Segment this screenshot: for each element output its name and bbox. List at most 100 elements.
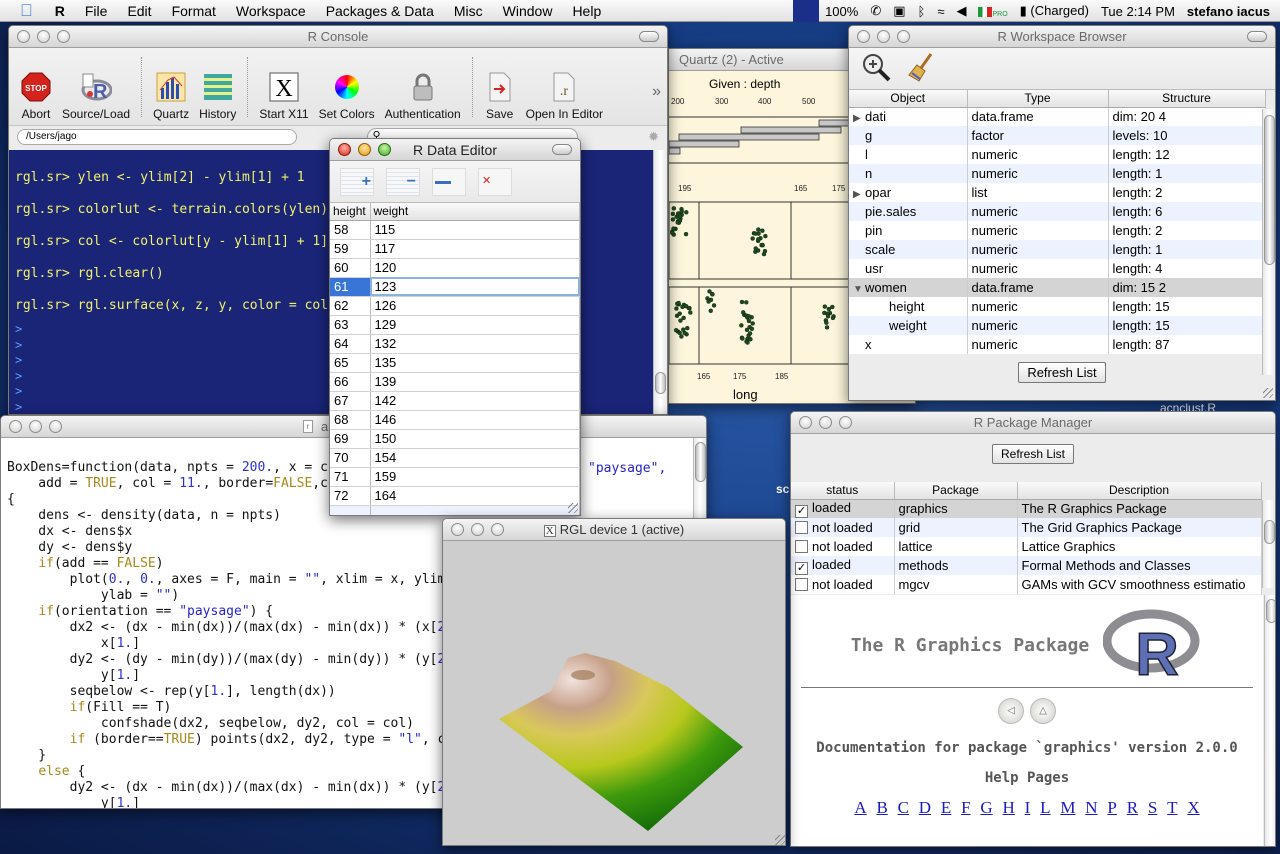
toolbar-overflow-icon[interactable]: » xyxy=(652,83,661,101)
cell-height[interactable]: 62 xyxy=(330,296,371,316)
zoom-button[interactable] xyxy=(491,523,504,536)
cell-weight[interactable]: 154 xyxy=(370,448,580,468)
menu-window[interactable]: Window xyxy=(493,0,563,22)
workspace-row[interactable]: height numeric length: 15 xyxy=(849,297,1266,316)
close-button[interactable] xyxy=(17,30,30,43)
data-editor-titlebar[interactable]: R Data Editor xyxy=(330,139,580,161)
menu-misc[interactable]: Misc xyxy=(444,0,493,22)
workspace-row[interactable]: scale numeric length: 1 xyxy=(849,240,1266,259)
load-checkbox[interactable]: ✓ xyxy=(795,504,808,518)
user-name[interactable]: stefano iacus xyxy=(1181,4,1280,19)
abort-button[interactable]: STOP Abort xyxy=(20,71,52,121)
column-header-status[interactable]: status xyxy=(791,482,895,500)
package-row[interactable]: ✓ loaded methods Formal Methods and Classes xyxy=(791,556,1262,575)
column-header-package[interactable]: Package xyxy=(894,482,1018,500)
object-cell[interactable]: ▶ dati xyxy=(849,107,968,126)
wifi-icon[interactable]: ≈ xyxy=(931,4,950,19)
rgl-3d-surface-canvas[interactable] xyxy=(443,541,785,845)
object-cell[interactable]: g xyxy=(849,126,968,145)
zoom-in-icon[interactable] xyxy=(861,52,891,85)
help-index-link[interactable]: T xyxy=(1167,798,1177,817)
data-row[interactable]: 60 120 xyxy=(330,258,580,278)
help-index-link[interactable]: P xyxy=(1107,798,1116,817)
cell-weight[interactable]: 139 xyxy=(370,372,580,392)
workspace-row[interactable]: ▶ opar list length: 2 xyxy=(849,183,1266,202)
workspace-row[interactable]: usr numeric length: 4 xyxy=(849,259,1266,278)
menu-packages-data[interactable]: Packages & Data xyxy=(316,0,444,22)
package-manager-titlebar[interactable]: R Package Manager xyxy=(791,412,1275,434)
scroll-thumb[interactable] xyxy=(1264,115,1275,265)
column-header-structure[interactable]: Structure xyxy=(1108,90,1266,108)
help-index-link[interactable]: C xyxy=(898,798,909,817)
minimize-button[interactable] xyxy=(29,420,42,433)
workspace-row[interactable]: weight numeric length: 15 xyxy=(849,316,1266,335)
zoom-percent[interactable]: 100% xyxy=(819,4,864,19)
apple-logo-icon[interactable]:  xyxy=(0,0,45,22)
column-header-object[interactable]: Object xyxy=(849,90,968,108)
close-button[interactable] xyxy=(799,416,812,429)
workspace-row[interactable]: g factor levels: 10 xyxy=(849,126,1266,145)
broom-icon[interactable] xyxy=(907,52,937,85)
cell-weight[interactable]: 135 xyxy=(370,353,580,373)
zoom-button[interactable] xyxy=(897,30,910,43)
close-button[interactable] xyxy=(857,30,870,43)
cell-weight[interactable]: 129 xyxy=(370,315,580,335)
display-icon[interactable]: ▣ xyxy=(887,3,911,19)
quartz-button[interactable]: Quartz xyxy=(153,71,189,121)
data-row[interactable]: 72 164 xyxy=(330,486,580,506)
cell-height[interactable]: 60 xyxy=(330,258,371,278)
menu-format[interactable]: Format xyxy=(162,0,226,22)
help-index-link[interactable]: A xyxy=(854,798,866,817)
clock[interactable]: Tue 2:14 PM xyxy=(1095,4,1181,19)
minimize-button[interactable] xyxy=(877,30,890,43)
workspace-row[interactable]: ▶ dati data.frame dim: 20 4 xyxy=(849,107,1266,126)
object-cell[interactable]: l xyxy=(849,145,968,164)
package-scrollbar[interactable] xyxy=(1262,500,1275,588)
source-load-button[interactable]: R Source/Load xyxy=(62,71,130,121)
help-index-link[interactable]: M xyxy=(1060,798,1075,817)
cell-height[interactable]: 72 xyxy=(330,486,371,506)
empty-cell[interactable] xyxy=(370,505,580,515)
remove-column-icon[interactable]: − xyxy=(386,167,420,196)
add-column-icon[interactable]: + xyxy=(340,167,374,196)
scroll-thumb[interactable] xyxy=(695,442,706,482)
zoom-button[interactable] xyxy=(378,143,391,156)
load-checkbox[interactable] xyxy=(795,521,808,534)
cell-height[interactable]: 65 xyxy=(330,353,371,373)
refresh-list-button[interactable]: Refresh List xyxy=(991,444,1075,464)
help-index-link[interactable]: S xyxy=(1148,798,1157,817)
cell-weight[interactable]: 126 xyxy=(370,296,580,316)
object-cell[interactable]: n xyxy=(849,164,968,183)
workspace-titlebar[interactable]: R Workspace Browser xyxy=(849,26,1275,48)
resize-handle[interactable] xyxy=(775,835,785,845)
workspace-scrollbar[interactable] xyxy=(1262,109,1275,375)
data-row[interactable]: 62 126 xyxy=(330,296,580,316)
cell-weight[interactable]: 146 xyxy=(370,410,580,430)
menu-app-r[interactable]: R xyxy=(45,0,75,22)
help-index-link[interactable]: B xyxy=(876,798,887,817)
disclosure-triangle-icon[interactable]: ▶ xyxy=(853,113,865,124)
bluetooth-icon[interactable]: ᛒ xyxy=(912,4,932,19)
menu-help[interactable]: Help xyxy=(562,0,611,22)
menu-edit[interactable]: Edit xyxy=(117,0,161,22)
object-cell[interactable]: pin xyxy=(849,221,968,240)
cell-height[interactable]: 61 xyxy=(330,277,371,297)
load-checkbox[interactable] xyxy=(795,578,808,591)
battery-status[interactable]: ▮ (Charged) xyxy=(1014,3,1095,19)
minimize-button[interactable] xyxy=(471,523,484,536)
cell-weight[interactable]: 123 xyxy=(370,277,580,297)
package-row[interactable]: not loaded lattice Lattice Graphics xyxy=(791,537,1262,556)
scroll-thumb[interactable] xyxy=(655,372,666,394)
cell-height[interactable]: 67 xyxy=(330,391,371,411)
cell-weight[interactable]: 159 xyxy=(370,467,580,487)
phone-icon[interactable]: ✆ xyxy=(864,3,887,19)
data-row[interactable]: 71 159 xyxy=(330,467,580,487)
workspace-row[interactable]: x numeric length: 87 xyxy=(849,335,1266,354)
cell-weight[interactable]: 115 xyxy=(370,220,580,240)
help-scrollbar[interactable] xyxy=(1264,595,1275,846)
help-index-link[interactable]: R xyxy=(1127,798,1138,817)
package-row[interactable]: ✓ loaded graphics The R Graphics Package xyxy=(791,499,1262,518)
workspace-row[interactable]: n numeric length: 1 xyxy=(849,164,1266,183)
up-arrow-icon[interactable]: △ xyxy=(1030,698,1056,724)
open-in-editor-button[interactable]: .r Open In Editor xyxy=(526,71,603,121)
